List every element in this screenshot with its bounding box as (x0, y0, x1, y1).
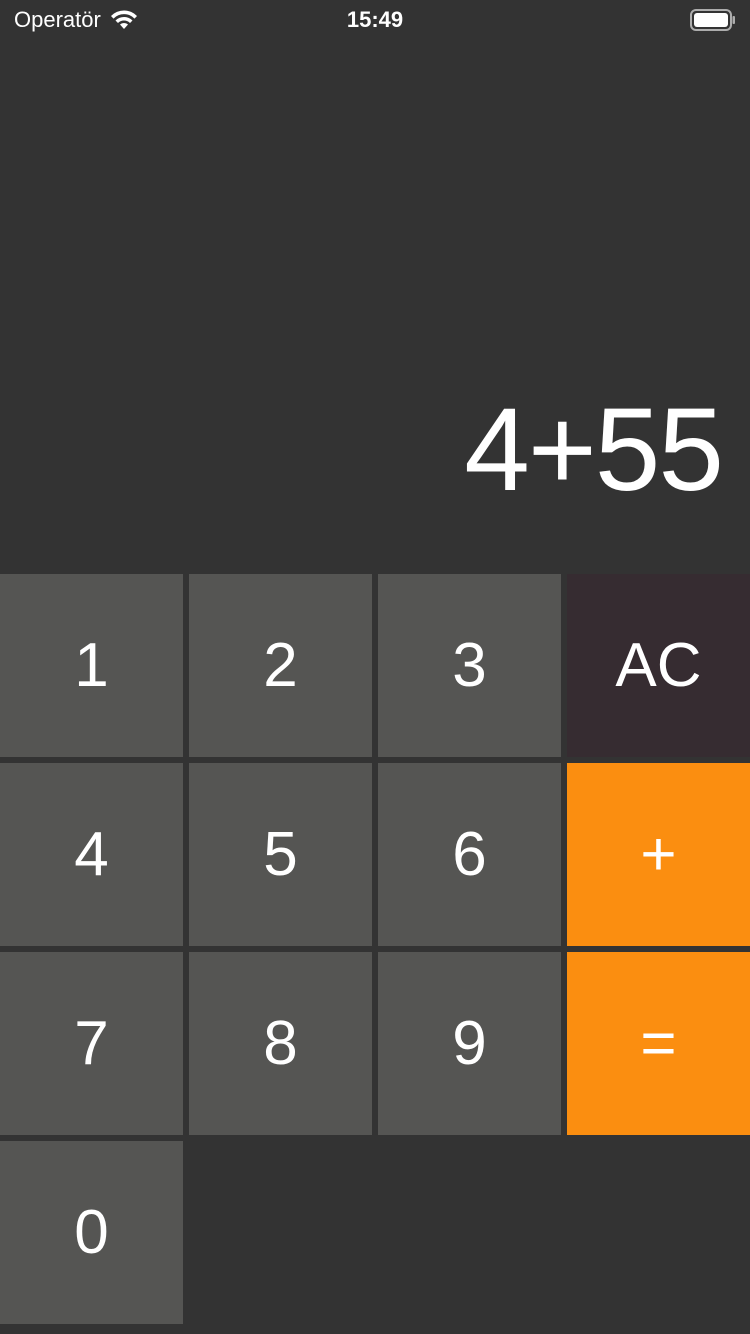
status-time: 15:49 (346, 7, 404, 32)
keypad: 1 2 3 AC 4 5 6 + 7 8 9 = 0 (0, 574, 750, 1334)
status-bar: Operatör 15:49 (0, 0, 750, 40)
key-7[interactable]: 7 (0, 952, 183, 1135)
key-3[interactable]: 3 (378, 574, 561, 757)
key-2[interactable]: 2 (189, 574, 372, 757)
clear-button[interactable]: AC (567, 574, 750, 757)
key-5[interactable]: 5 (189, 763, 372, 946)
key-4[interactable]: 4 (0, 763, 183, 946)
equals-button[interactable]: = (567, 952, 750, 1135)
battery-icon (690, 9, 736, 31)
key-0[interactable]: 0 (0, 1141, 183, 1324)
key-1[interactable]: 1 (0, 574, 183, 757)
key-6[interactable]: 6 (378, 763, 561, 946)
plus-button[interactable]: + (567, 763, 750, 946)
calculator-display: 4+55 (464, 384, 724, 516)
key-8[interactable]: 8 (189, 952, 372, 1135)
key-9[interactable]: 9 (378, 952, 561, 1135)
calculator-screen: Operatör 15:49 4+55 1 2 3 AC 4 5 6 + 7 8… (0, 0, 750, 1334)
